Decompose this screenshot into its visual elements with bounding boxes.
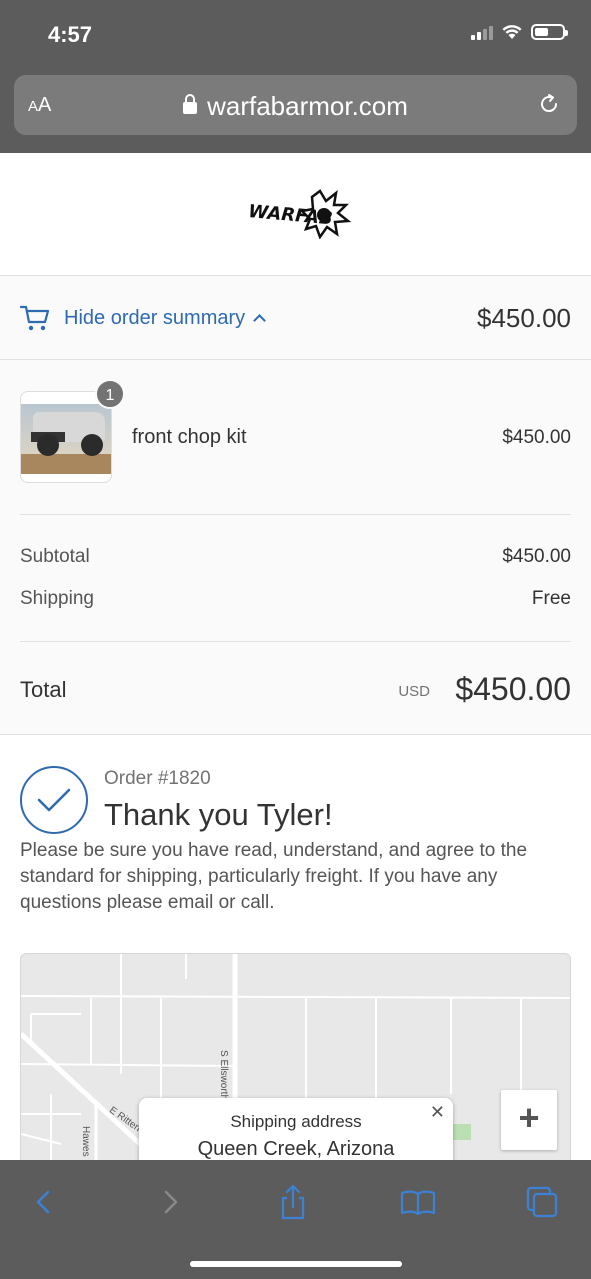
popup-city: Queen Creek, Arizona xyxy=(197,1138,395,1160)
divider xyxy=(20,514,571,515)
warfab-logo[interactable]: WARFAB xyxy=(242,187,352,239)
status-time: 4:57 xyxy=(48,22,93,47)
subtotal-row: Subtotal $450.00 xyxy=(20,546,571,568)
cart-icon xyxy=(20,305,50,331)
street-label: S Ellsworth xyxy=(218,1050,229,1101)
address-bar[interactable]: AA warfabarmor.com xyxy=(14,75,577,135)
checkmark-icon xyxy=(20,766,88,834)
quantity-badge: 1 xyxy=(95,379,125,409)
chevron-up-icon xyxy=(253,314,267,327)
total-label: Total xyxy=(20,677,67,702)
currency-code: USD xyxy=(398,683,430,700)
forward-icon[interactable] xyxy=(150,1182,190,1222)
product-thumbnail xyxy=(20,391,112,483)
site-header: WARFAB xyxy=(0,153,591,276)
popup-title: Shipping address xyxy=(230,1112,362,1131)
cellular-signal-icon xyxy=(471,24,493,40)
total-amount: $450.00 xyxy=(455,671,571,707)
shipping-row: Shipping Free xyxy=(20,588,571,610)
back-icon[interactable] xyxy=(24,1182,64,1222)
home-indicator xyxy=(190,1261,402,1267)
share-icon[interactable] xyxy=(273,1182,313,1222)
status-icons xyxy=(471,24,568,40)
url-text: warfabarmor.com xyxy=(207,91,408,121)
order-summary: Hide order summary $450.00 1 front chop … xyxy=(0,276,591,735)
lock-icon xyxy=(183,94,198,114)
subtotal-value: $450.00 xyxy=(502,546,571,567)
close-icon[interactable]: ✕ xyxy=(430,1102,445,1123)
browser-chrome: 4:57 AA warfabarmor.com xyxy=(0,0,591,153)
street-label: Hawes xyxy=(80,1126,91,1157)
url-field[interactable]: warfabarmor.com xyxy=(14,91,577,122)
line-item: 1 front chop kit $450.00 xyxy=(20,379,571,483)
shipping-label: Shipping xyxy=(20,588,94,609)
tabs-icon[interactable] xyxy=(522,1182,562,1222)
divider xyxy=(20,641,571,642)
product-name: front chop kit xyxy=(132,426,247,448)
bookmarks-icon[interactable] xyxy=(398,1182,438,1222)
shipping-note: Please be sure you have read, understand… xyxy=(20,840,528,913)
battery-icon xyxy=(531,24,568,40)
zoom-in-button[interactable]: + xyxy=(501,1090,557,1150)
toggle-label-wrap[interactable]: Hide order summary xyxy=(64,307,267,330)
wifi-icon xyxy=(502,25,522,39)
toggle-total: $450.00 xyxy=(477,303,571,333)
toggle-label[interactable]: Hide order summary xyxy=(64,307,245,329)
shipping-map[interactable]: S Ellsworth E Ritten Hawes Shipping addr… xyxy=(20,953,571,1183)
total-row: Total USD $450.00 xyxy=(20,671,571,711)
reload-icon[interactable] xyxy=(537,92,561,116)
thank-you-heading: Thank you Tyler! xyxy=(104,797,333,832)
order-summary-toggle[interactable]: Hide order summary $450.00 xyxy=(0,276,591,360)
subtotal-label: Subtotal xyxy=(20,546,90,567)
product-price: $450.00 xyxy=(502,427,571,448)
order-number: Order #1820 xyxy=(104,768,211,789)
shipping-value: Free xyxy=(531,588,571,609)
